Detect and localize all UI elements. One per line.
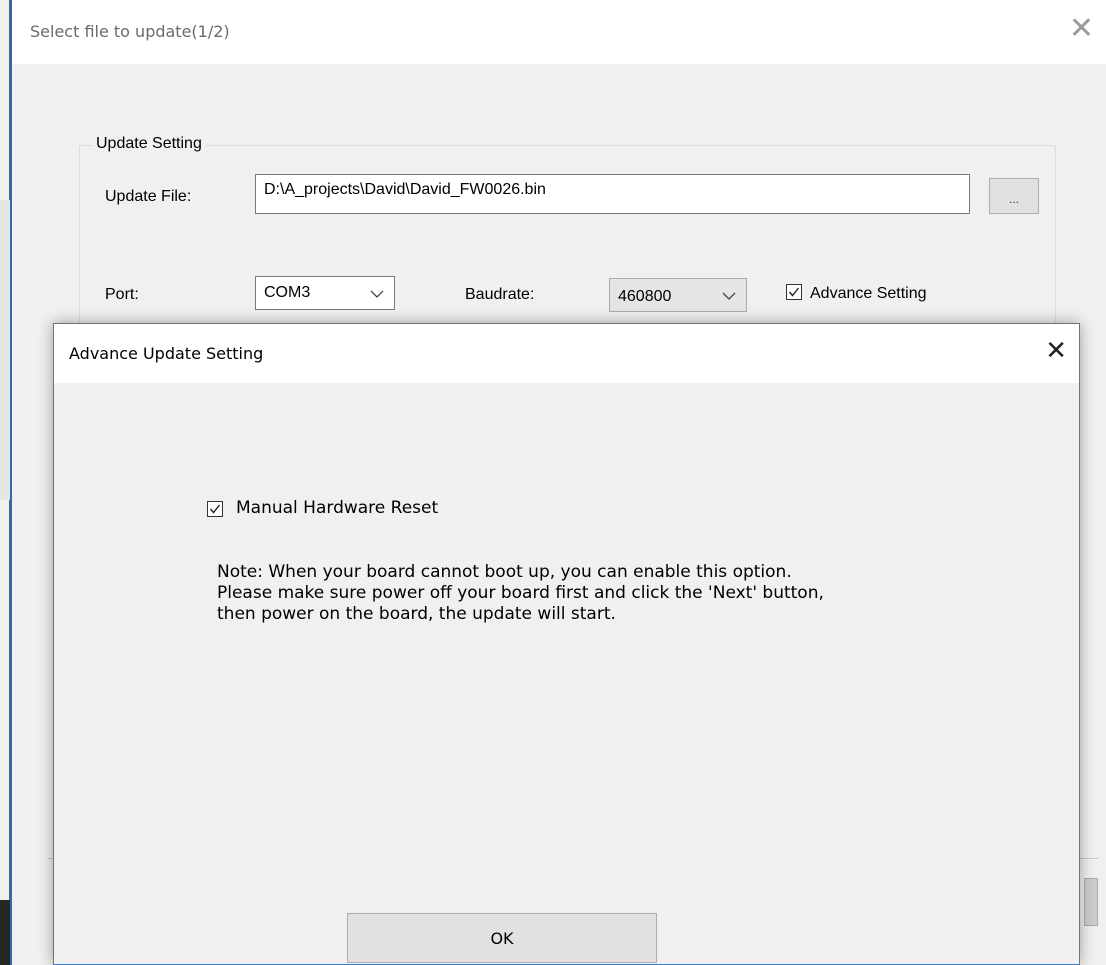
port-select-value: COM3 xyxy=(264,284,311,301)
advance-update-setting-dialog: Advance Update Setting ✕ Manual Hardware… xyxy=(53,323,1080,965)
baudrate-select[interactable]: 460800 xyxy=(609,278,747,312)
main-window-title: Select file to update(1/2) xyxy=(30,22,230,41)
main-titlebar: Select file to update(1/2) ✕ xyxy=(12,0,1106,64)
ok-button[interactable]: OK xyxy=(347,913,657,963)
check-icon xyxy=(209,504,221,514)
update-setting-group-label: Update Setting xyxy=(92,135,206,153)
modal-title: Advance Update Setting xyxy=(69,344,264,363)
note-line: then power on the board, the update will… xyxy=(217,604,616,624)
note-line: Note: When your board cannot boot up, yo… xyxy=(217,562,792,582)
chevron-down-icon xyxy=(370,281,384,310)
advance-setting-checkbox[interactable] xyxy=(786,284,802,300)
update-file-label: Update File: xyxy=(105,188,192,205)
advance-setting-label[interactable]: Advance Setting xyxy=(810,285,927,303)
close-icon[interactable]: ✕ xyxy=(1069,14,1094,44)
taskbar-edge xyxy=(0,900,10,965)
baudrate-label: Baudrate: xyxy=(465,286,535,303)
port-label: Port: xyxy=(105,286,139,303)
modal-titlebar: Advance Update Setting ✕ xyxy=(54,324,1079,383)
manual-hardware-reset-label[interactable]: Manual Hardware Reset xyxy=(236,498,438,518)
update-file-input[interactable]: D:\A_projects\David\David_FW0026.bin xyxy=(255,174,970,214)
note-text: Note: When your board cannot boot up, yo… xyxy=(217,562,1037,625)
close-icon[interactable]: ✕ xyxy=(1045,338,1067,364)
next-button[interactable] xyxy=(1084,878,1098,926)
manual-hardware-reset-checkbox[interactable] xyxy=(207,501,223,517)
port-select[interactable]: COM3 xyxy=(255,276,395,310)
chevron-down-icon xyxy=(722,283,736,312)
baudrate-select-value: 460800 xyxy=(618,288,672,305)
desktop-background-strip xyxy=(0,200,10,500)
browse-button[interactable]: ... xyxy=(989,178,1039,214)
check-icon xyxy=(788,287,800,297)
note-line: Please make sure power off your board fi… xyxy=(217,583,824,603)
